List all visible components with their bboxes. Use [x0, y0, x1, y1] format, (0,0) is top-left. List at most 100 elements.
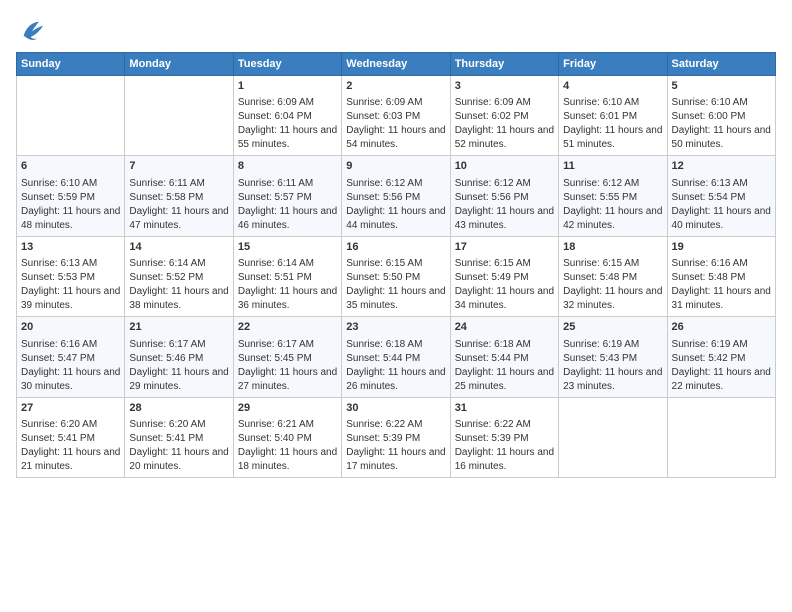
cell-info: Sunrise: 6:18 AM — [455, 338, 554, 352]
cell-info: Sunset: 5:57 PM — [238, 191, 337, 205]
calendar-table: SundayMondayTuesdayWednesdayThursdayFrid… — [16, 52, 776, 478]
cell-info: Daylight: 11 hours and 17 minutes. — [346, 446, 445, 474]
calendar-cell: 21Sunrise: 6:17 AMSunset: 5:46 PMDayligh… — [125, 317, 233, 397]
day-number: 8 — [238, 159, 337, 174]
day-number: 31 — [455, 401, 554, 416]
day-number: 27 — [21, 401, 120, 416]
cell-info: Sunset: 5:42 PM — [672, 352, 771, 366]
cell-info: Sunrise: 6:12 AM — [455, 177, 554, 191]
calendar-cell: 9Sunrise: 6:12 AMSunset: 5:56 PMDaylight… — [342, 156, 450, 236]
day-number: 23 — [346, 320, 445, 335]
cell-info: Sunrise: 6:09 AM — [346, 96, 445, 110]
day-number: 1 — [238, 79, 337, 94]
cell-info: Sunset: 6:02 PM — [455, 110, 554, 124]
cell-info: Sunrise: 6:13 AM — [21, 257, 120, 271]
cell-info: Sunset: 6:00 PM — [672, 110, 771, 124]
day-number: 4 — [563, 79, 662, 94]
cell-info: Daylight: 11 hours and 30 minutes. — [21, 366, 120, 394]
day-number: 5 — [672, 79, 771, 94]
cell-info: Sunrise: 6:17 AM — [129, 338, 228, 352]
calendar-cell: 11Sunrise: 6:12 AMSunset: 5:55 PMDayligh… — [559, 156, 667, 236]
day-number: 13 — [21, 240, 120, 255]
day-number: 6 — [21, 159, 120, 174]
cell-info: Sunset: 5:55 PM — [563, 191, 662, 205]
cell-info: Sunset: 6:04 PM — [238, 110, 337, 124]
calendar-cell: 4Sunrise: 6:10 AMSunset: 6:01 PMDaylight… — [559, 76, 667, 156]
calendar-cell: 8Sunrise: 6:11 AMSunset: 5:57 PMDaylight… — [233, 156, 341, 236]
day-number: 21 — [129, 320, 228, 335]
logo-bird-icon — [18, 16, 46, 44]
calendar-cell: 16Sunrise: 6:15 AMSunset: 5:50 PMDayligh… — [342, 236, 450, 316]
cell-info: Sunrise: 6:15 AM — [563, 257, 662, 271]
cell-info: Daylight: 11 hours and 55 minutes. — [238, 124, 337, 152]
cell-info: Sunrise: 6:16 AM — [672, 257, 771, 271]
cell-info: Daylight: 11 hours and 36 minutes. — [238, 285, 337, 313]
cell-info: Sunrise: 6:15 AM — [455, 257, 554, 271]
cell-info: Sunset: 5:50 PM — [346, 271, 445, 285]
weekday-tuesday: Tuesday — [233, 53, 341, 76]
logo — [16, 16, 46, 44]
calendar-cell: 6Sunrise: 6:10 AMSunset: 5:59 PMDaylight… — [17, 156, 125, 236]
cell-info: Sunrise: 6:09 AM — [238, 96, 337, 110]
calendar-cell: 19Sunrise: 6:16 AMSunset: 5:48 PMDayligh… — [667, 236, 775, 316]
cell-info: Sunrise: 6:21 AM — [238, 418, 337, 432]
cell-info: Daylight: 11 hours and 25 minutes. — [455, 366, 554, 394]
week-row-2: 6Sunrise: 6:10 AMSunset: 5:59 PMDaylight… — [17, 156, 776, 236]
day-number: 28 — [129, 401, 228, 416]
cell-info: Sunrise: 6:20 AM — [129, 418, 228, 432]
cell-info: Daylight: 11 hours and 31 minutes. — [672, 285, 771, 313]
cell-info: Sunrise: 6:17 AM — [238, 338, 337, 352]
cell-info: Sunrise: 6:20 AM — [21, 418, 120, 432]
cell-info: Sunset: 5:58 PM — [129, 191, 228, 205]
day-number: 25 — [563, 320, 662, 335]
cell-info: Sunset: 5:49 PM — [455, 271, 554, 285]
cell-info: Sunrise: 6:14 AM — [129, 257, 228, 271]
week-row-1: 1Sunrise: 6:09 AMSunset: 6:04 PMDaylight… — [17, 76, 776, 156]
day-number: 2 — [346, 79, 445, 94]
weekday-sunday: Sunday — [17, 53, 125, 76]
cell-info: Daylight: 11 hours and 44 minutes. — [346, 205, 445, 233]
cell-info: Sunset: 5:43 PM — [563, 352, 662, 366]
cell-info: Daylight: 11 hours and 40 minutes. — [672, 205, 771, 233]
cell-info: Sunrise: 6:09 AM — [455, 96, 554, 110]
calendar-cell: 17Sunrise: 6:15 AMSunset: 5:49 PMDayligh… — [450, 236, 558, 316]
calendar-cell: 30Sunrise: 6:22 AMSunset: 5:39 PMDayligh… — [342, 397, 450, 477]
day-number: 29 — [238, 401, 337, 416]
day-number: 12 — [672, 159, 771, 174]
cell-info: Daylight: 11 hours and 21 minutes. — [21, 446, 120, 474]
calendar-cell: 31Sunrise: 6:22 AMSunset: 5:39 PMDayligh… — [450, 397, 558, 477]
cell-info: Sunrise: 6:15 AM — [346, 257, 445, 271]
cell-info: Sunset: 5:48 PM — [563, 271, 662, 285]
cell-info: Sunset: 5:46 PM — [129, 352, 228, 366]
cell-info: Daylight: 11 hours and 18 minutes. — [238, 446, 337, 474]
weekday-thursday: Thursday — [450, 53, 558, 76]
cell-info: Sunset: 5:59 PM — [21, 191, 120, 205]
calendar-cell: 14Sunrise: 6:14 AMSunset: 5:52 PMDayligh… — [125, 236, 233, 316]
cell-info: Sunset: 6:03 PM — [346, 110, 445, 124]
cell-info: Sunrise: 6:14 AM — [238, 257, 337, 271]
cell-info: Sunrise: 6:22 AM — [455, 418, 554, 432]
cell-info: Daylight: 11 hours and 22 minutes. — [672, 366, 771, 394]
weekday-saturday: Saturday — [667, 53, 775, 76]
cell-info: Sunset: 5:48 PM — [672, 271, 771, 285]
cell-info: Sunset: 5:41 PM — [129, 432, 228, 446]
cell-info: Daylight: 11 hours and 23 minutes. — [563, 366, 662, 394]
calendar-cell: 24Sunrise: 6:18 AMSunset: 5:44 PMDayligh… — [450, 317, 558, 397]
day-number: 14 — [129, 240, 228, 255]
calendar-cell: 28Sunrise: 6:20 AMSunset: 5:41 PMDayligh… — [125, 397, 233, 477]
calendar-cell: 22Sunrise: 6:17 AMSunset: 5:45 PMDayligh… — [233, 317, 341, 397]
calendar-cell: 26Sunrise: 6:19 AMSunset: 5:42 PMDayligh… — [667, 317, 775, 397]
weekday-wednesday: Wednesday — [342, 53, 450, 76]
cell-info: Sunrise: 6:19 AM — [563, 338, 662, 352]
day-number: 15 — [238, 240, 337, 255]
cell-info: Sunrise: 6:18 AM — [346, 338, 445, 352]
weekday-monday: Monday — [125, 53, 233, 76]
cell-info: Daylight: 11 hours and 26 minutes. — [346, 366, 445, 394]
cell-info: Sunrise: 6:12 AM — [346, 177, 445, 191]
calendar-cell: 10Sunrise: 6:12 AMSunset: 5:56 PMDayligh… — [450, 156, 558, 236]
calendar-header: SundayMondayTuesdayWednesdayThursdayFrid… — [17, 53, 776, 76]
cell-info: Daylight: 11 hours and 47 minutes. — [129, 205, 228, 233]
cell-info: Sunset: 5:45 PM — [238, 352, 337, 366]
cell-info: Sunset: 5:56 PM — [455, 191, 554, 205]
cell-info: Sunset: 5:47 PM — [21, 352, 120, 366]
